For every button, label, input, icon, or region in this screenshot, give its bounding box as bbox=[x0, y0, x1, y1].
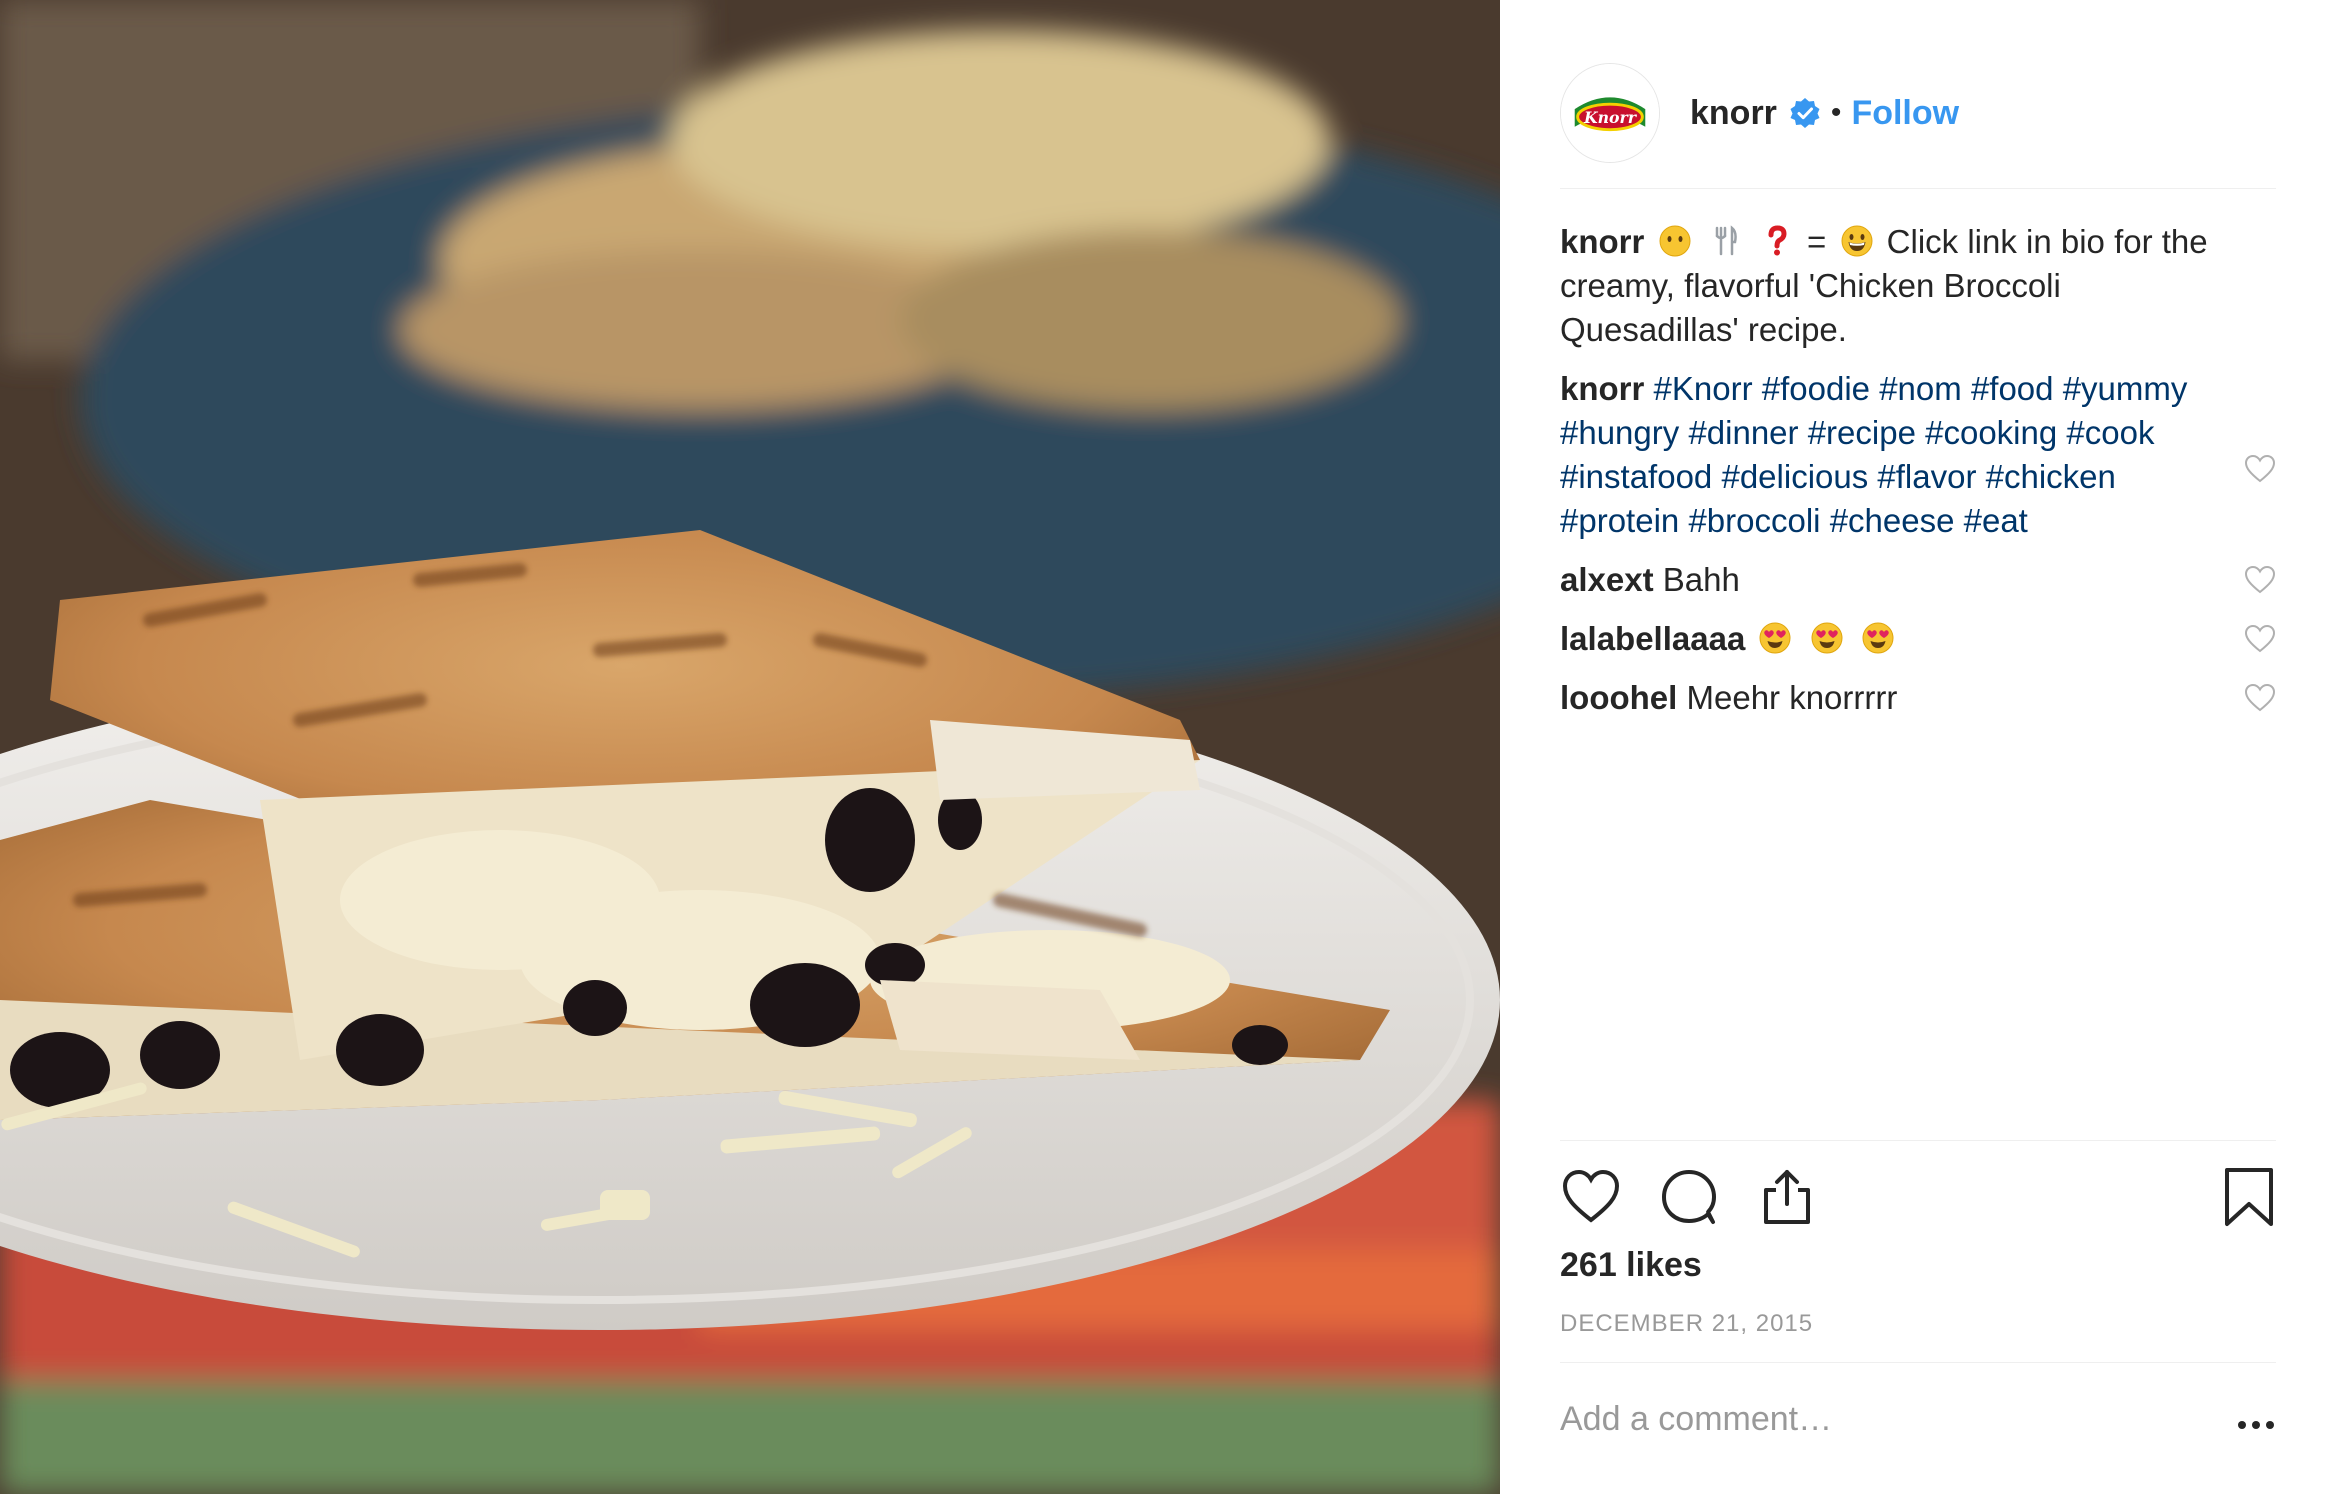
comment-username[interactable]: looohel bbox=[1560, 679, 1677, 716]
hashtag-link[interactable]: #dinner bbox=[1688, 414, 1798, 451]
comment-button[interactable] bbox=[1658, 1166, 1720, 1228]
heart-eyes-emoji-icon bbox=[1759, 622, 1791, 654]
more-options-icon[interactable] bbox=[2236, 1418, 2276, 1432]
like-comment-heart-icon[interactable] bbox=[2244, 623, 2276, 655]
header-account-row: knorr • Follow bbox=[1690, 94, 1959, 133]
fork-and-knife-emoji-icon bbox=[1715, 225, 1737, 256]
comment-text: Meehr knorrrrr bbox=[1686, 679, 1898, 716]
comment-lalabellaaaa: lalabellaaaa bbox=[1560, 617, 2276, 661]
face-without-mouth-emoji-icon bbox=[1659, 225, 1691, 257]
hashtag-link[interactable]: #Knorr bbox=[1654, 370, 1753, 407]
header-divider bbox=[1560, 188, 2276, 189]
hashtag-link[interactable]: #instafood bbox=[1560, 458, 1712, 495]
share-button[interactable] bbox=[1756, 1166, 1818, 1228]
hashtag-link[interactable]: #cook bbox=[2066, 414, 2154, 451]
hashtag-link[interactable]: #broccoli bbox=[1688, 502, 1820, 539]
heart-eyes-emoji-icon bbox=[1811, 622, 1843, 654]
post-header: Knorr knorr • Follow bbox=[1560, 40, 2276, 186]
heart-icon bbox=[1562, 1169, 1620, 1223]
hashtag-link[interactable]: #nom bbox=[1879, 370, 1962, 407]
caption-username[interactable]: knorr bbox=[1560, 223, 1644, 260]
bookmark-icon bbox=[2225, 1168, 2273, 1226]
like-comment-heart-icon[interactable] bbox=[2244, 453, 2276, 485]
comment-box-divider bbox=[1560, 1362, 2276, 1363]
like-comment-heart-icon[interactable] bbox=[2244, 682, 2276, 714]
hashtag-link[interactable]: #food bbox=[1971, 370, 2054, 407]
header-separator: • bbox=[1830, 96, 1842, 129]
comments-list: knorr = Click link in bio for the creamy… bbox=[1560, 220, 2276, 735]
comment-text: Bahh bbox=[1662, 561, 1740, 598]
share-upload-icon bbox=[1764, 1170, 1810, 1224]
likes-count[interactable]: 261 likes bbox=[1560, 1246, 1702, 1285]
red-question-mark-emoji-icon bbox=[1768, 225, 1787, 256]
follow-button[interactable]: Follow bbox=[1851, 94, 1959, 133]
hashtag-link[interactable]: #chicken bbox=[1986, 458, 2116, 495]
post-photo[interactable] bbox=[0, 0, 1500, 1494]
header-username[interactable]: knorr bbox=[1690, 94, 1777, 133]
comment-bubble-icon bbox=[1662, 1170, 1716, 1224]
comment-looohel: looohel Meehr knorrrrr bbox=[1560, 676, 2276, 720]
hashtag-link[interactable]: #cooking bbox=[1925, 414, 2057, 451]
knorr-logo-icon: Knorr bbox=[1561, 64, 1659, 162]
hashtag-link[interactable]: #cheese bbox=[1830, 502, 1955, 539]
avatar-logo-text: Knorr bbox=[1583, 108, 1638, 127]
avatar[interactable]: Knorr bbox=[1560, 63, 1660, 163]
verified-badge-icon bbox=[1790, 98, 1820, 128]
add-comment-input[interactable]: Add a comment… bbox=[1560, 1400, 1832, 1439]
quesadilla-photo bbox=[0, 0, 1500, 1494]
hashtag-link[interactable]: #delicious bbox=[1721, 458, 1868, 495]
hashtag-link[interactable]: #eat bbox=[1964, 502, 2028, 539]
instagram-post: Knorr knorr • Follow knorr = Click link … bbox=[0, 0, 2336, 1494]
hashtag-link[interactable]: #hungry bbox=[1560, 414, 1679, 451]
caption-equals: = bbox=[1807, 223, 1827, 260]
hashtag-link[interactable]: #yummy bbox=[2063, 370, 2188, 407]
comment-knorr-hashtags: knorr #Knorr #foodie #nom #food #yummy #… bbox=[1560, 367, 2276, 543]
like-comment-heart-icon[interactable] bbox=[2244, 564, 2276, 596]
hashtag-link[interactable]: #flavor bbox=[1877, 458, 1976, 495]
comment-username[interactable]: alxext bbox=[1560, 561, 1654, 598]
comment-username[interactable]: knorr bbox=[1560, 370, 1644, 407]
post-side-panel: Knorr knorr • Follow knorr = Click link … bbox=[1500, 0, 2336, 1494]
caption: knorr = Click link in bio for the creamy… bbox=[1560, 220, 2276, 352]
hashtag-link[interactable]: #recipe bbox=[1808, 414, 1916, 451]
save-button[interactable] bbox=[2222, 1166, 2276, 1228]
grinning-face-emoji-icon bbox=[1841, 225, 1872, 257]
actions-divider bbox=[1560, 1140, 2276, 1141]
post-date[interactable]: DECEMBER 21, 2015 bbox=[1560, 1310, 1813, 1338]
like-button[interactable] bbox=[1560, 1166, 1622, 1228]
hashtag-link[interactable]: #foodie bbox=[1762, 370, 1870, 407]
heart-eyes-emoji-icon bbox=[1862, 622, 1894, 654]
hashtag-link[interactable]: #protein bbox=[1560, 502, 1679, 539]
comment-username[interactable]: lalabellaaaa bbox=[1560, 620, 1745, 657]
comment-alxext: alxext Bahh bbox=[1560, 558, 2276, 602]
post-actions bbox=[1560, 1162, 2276, 1232]
